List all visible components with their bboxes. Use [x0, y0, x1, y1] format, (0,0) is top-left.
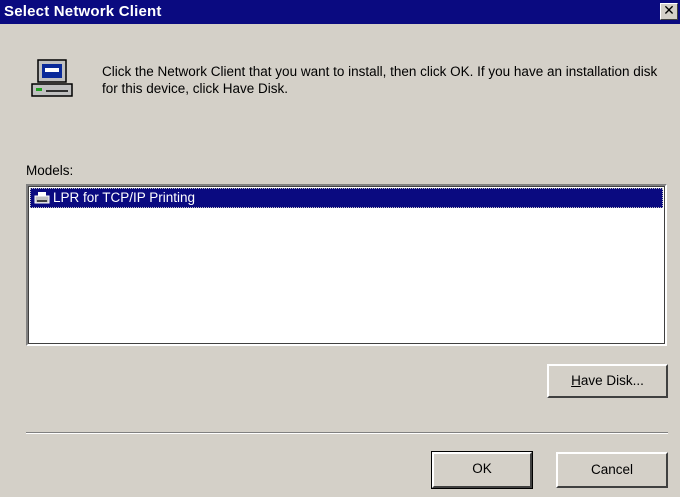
models-list[interactable]: LPR for TCP/IP Printing [26, 184, 667, 346]
have-disk-accelerator: H [571, 373, 581, 388]
list-item[interactable]: LPR for TCP/IP Printing [30, 188, 663, 208]
ok-button[interactable]: OK [431, 451, 533, 489]
close-icon: ✕ [663, 3, 675, 19]
printer-icon [34, 192, 50, 204]
separator [26, 432, 668, 434]
instruction-text: Click the Network Client that you want t… [102, 64, 658, 96]
title-bar[interactable]: Select Network Client ✕ [0, 0, 680, 24]
network-client-computer-icon [31, 59, 73, 97]
cancel-button[interactable]: Cancel [556, 452, 668, 488]
models-label: Models: [26, 163, 74, 178]
list-item-label: LPR for TCP/IP Printing [53, 190, 196, 205]
have-disk-label: ave Disk... [580, 373, 644, 388]
select-network-client-dialog: Select Network Client ✕ Click the Networ… [0, 0, 680, 497]
dialog-title: Select Network Client [4, 3, 162, 20]
have-disk-button[interactable]: Have Disk... [547, 364, 668, 398]
close-button[interactable]: ✕ [660, 3, 678, 20]
